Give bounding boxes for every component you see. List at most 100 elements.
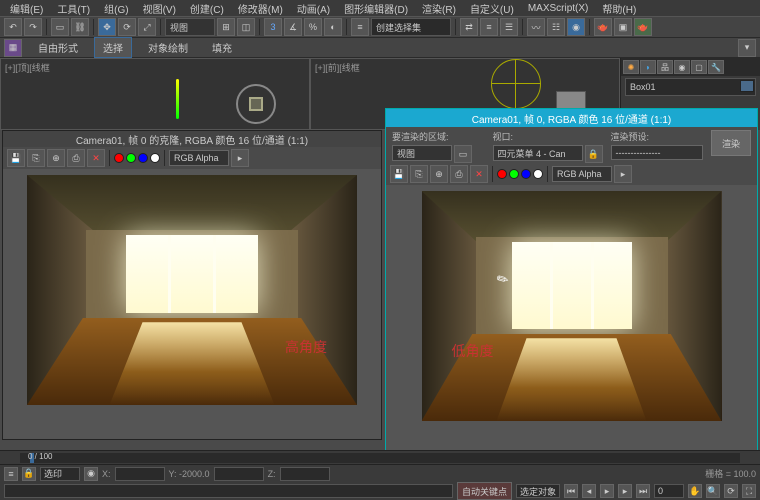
angle-snap-button[interactable]: ∡ xyxy=(284,18,302,36)
ribbon-expand-button[interactable]: ▾ xyxy=(738,39,756,57)
utilities-tab-icon[interactable]: 🔧 xyxy=(708,60,724,74)
menu-anim[interactable]: 动画(A) xyxy=(291,1,336,16)
red-channel-toggle-2[interactable] xyxy=(497,169,507,179)
clone-button-2[interactable]: ⊕ xyxy=(430,165,448,183)
region-button[interactable]: ▭ xyxy=(454,145,472,163)
channel-next-button[interactable]: ▸ xyxy=(231,149,249,167)
material-button[interactable]: ◉ xyxy=(567,18,585,36)
move-button[interactable]: ✥ xyxy=(98,18,116,36)
viewcube-icon[interactable] xyxy=(236,84,276,124)
viewport-top[interactable]: [+][顶][线框 xyxy=(0,58,310,130)
tab-freeform[interactable]: 自由形式 xyxy=(30,38,86,57)
pan-view-button[interactable]: ✋ xyxy=(688,484,702,498)
blue-channel-toggle[interactable] xyxy=(138,153,148,163)
mirror-button[interactable]: ⇄ xyxy=(460,18,478,36)
lock-view-button[interactable]: 🔒 xyxy=(585,145,603,163)
layer-button[interactable]: ☰ xyxy=(500,18,518,36)
isolate-button[interactable]: ◉ xyxy=(84,467,98,481)
object-color-swatch[interactable] xyxy=(740,80,754,92)
timeline-track[interactable] xyxy=(20,453,740,463)
y-field[interactable] xyxy=(214,467,264,481)
clear-button[interactable]: ✕ xyxy=(87,149,105,167)
channel-next-button-2[interactable]: ▸ xyxy=(614,165,632,183)
selection-set-input[interactable]: 创建选择集 xyxy=(371,18,451,36)
tab-select[interactable]: 选择 xyxy=(94,37,132,58)
menu-modifier[interactable]: 修改器(M) xyxy=(232,1,289,16)
create-tab-icon[interactable]: ✺ xyxy=(623,60,639,74)
menu-script[interactable]: MAXScript(X) xyxy=(522,3,595,14)
orbit-view-button[interactable]: ⟳ xyxy=(724,484,738,498)
snap-button[interactable]: ⊞ xyxy=(217,18,235,36)
rotate-button[interactable]: ⟳ xyxy=(118,18,136,36)
modify-tab-icon[interactable]: ◗ xyxy=(640,60,656,74)
schematic-button[interactable]: ☷ xyxy=(547,18,565,36)
save-image-button-2[interactable]: 💾 xyxy=(390,165,408,183)
prompt-field[interactable] xyxy=(4,484,453,498)
z-field[interactable] xyxy=(280,467,330,481)
timeline[interactable]: 0 / 100 xyxy=(0,450,760,464)
ref-button[interactable]: ◫ xyxy=(237,18,255,36)
scale-button[interactable]: ⤢ xyxy=(138,18,156,36)
render-setup-button[interactable]: 🫖 xyxy=(594,18,612,36)
spinner-snap-button[interactable]: ◐ xyxy=(324,18,342,36)
play-button[interactable]: ▸ xyxy=(600,484,614,498)
clear-button-2[interactable]: ✕ xyxy=(470,165,488,183)
prev-frame-button[interactable]: ◂ xyxy=(582,484,596,498)
menu-create[interactable]: 创建(C) xyxy=(184,1,230,16)
x-field[interactable] xyxy=(115,467,165,481)
menu-edit[interactable]: 编辑(E) xyxy=(4,1,49,16)
menu-help[interactable]: 帮助(H) xyxy=(596,1,642,16)
channel-dropdown[interactable]: RGB Alpha xyxy=(169,150,229,166)
print-button-2[interactable]: ⎙ xyxy=(450,165,468,183)
maximize-view-button[interactable]: ⛶ xyxy=(742,484,756,498)
goto-start-button[interactable]: ⏮ xyxy=(564,484,578,498)
script-listener-button[interactable]: ≡ xyxy=(4,467,18,481)
channel-dropdown-2[interactable]: RGB Alpha xyxy=(552,166,612,182)
display-tab-icon[interactable]: ▢ xyxy=(691,60,707,74)
named-sel-button[interactable]: ≡ xyxy=(351,18,369,36)
red-channel-toggle[interactable] xyxy=(114,153,124,163)
render-area-dropdown[interactable]: 视图 xyxy=(392,145,452,161)
viewport-select-dropdown[interactable]: 四元菜单 4 - Can xyxy=(493,145,583,161)
menu-group[interactable]: 组(G) xyxy=(98,1,134,16)
next-frame-button[interactable]: ▸ xyxy=(618,484,632,498)
percent-snap-button[interactable]: % xyxy=(304,18,322,36)
poly-button[interactable]: ▦ xyxy=(4,39,22,57)
menu-graph[interactable]: 图形编辑器(D) xyxy=(338,1,414,16)
green-channel-toggle[interactable] xyxy=(126,153,136,163)
lock-ui-button[interactable]: 🔒 xyxy=(22,467,36,481)
clone-button[interactable]: ⊕ xyxy=(47,149,65,167)
preset-dropdown[interactable]: --------------- xyxy=(611,145,704,160)
menu-render[interactable]: 渲染(R) xyxy=(416,1,462,16)
compass-gizmo[interactable] xyxy=(491,59,541,109)
print-button[interactable]: ⎙ xyxy=(67,149,85,167)
current-frame-field[interactable]: 0 xyxy=(654,484,684,498)
link-button[interactable]: ⛓ xyxy=(71,18,89,36)
object-name-field[interactable]: Box01 xyxy=(625,78,756,96)
goto-end-button[interactable]: ⏭ xyxy=(636,484,650,498)
tab-paint[interactable]: 对象绘制 xyxy=(140,38,196,57)
save-image-button[interactable]: 💾 xyxy=(7,149,25,167)
undo-button[interactable]: ↶ xyxy=(4,18,22,36)
key-filter-dropdown[interactable]: 选定对象 xyxy=(516,484,560,498)
copy-image-button[interactable]: ⎘ xyxy=(27,149,45,167)
camera-path-gizmo[interactable] xyxy=(176,79,196,124)
mono-channel-toggle[interactable] xyxy=(150,153,160,163)
mono-channel-toggle-2[interactable] xyxy=(533,169,543,179)
menu-custom[interactable]: 自定义(U) xyxy=(464,1,520,16)
green-channel-toggle-2[interactable] xyxy=(509,169,519,179)
autokey-button[interactable]: 自动关键点 xyxy=(457,482,512,500)
select-button[interactable]: ▭ xyxy=(51,18,69,36)
snap3-button[interactable]: 3 xyxy=(264,18,282,36)
blue-channel-toggle-2[interactable] xyxy=(521,169,531,179)
zoom-view-button[interactable]: 🔍 xyxy=(706,484,720,498)
curve-editor-button[interactable]: 〰 xyxy=(527,18,545,36)
menu-tools[interactable]: 工具(T) xyxy=(51,1,96,16)
viewport-dropdown[interactable]: 视图 xyxy=(165,18,215,36)
menu-view[interactable]: 视图(V) xyxy=(137,1,182,16)
copy-image-button-2[interactable]: ⎘ xyxy=(410,165,428,183)
hierarchy-tab-icon[interactable]: 品 xyxy=(657,60,673,74)
render-button[interactable]: 🫖 xyxy=(634,18,652,36)
align-button[interactable]: ≡ xyxy=(480,18,498,36)
tab-fill[interactable]: 填充 xyxy=(204,38,240,57)
